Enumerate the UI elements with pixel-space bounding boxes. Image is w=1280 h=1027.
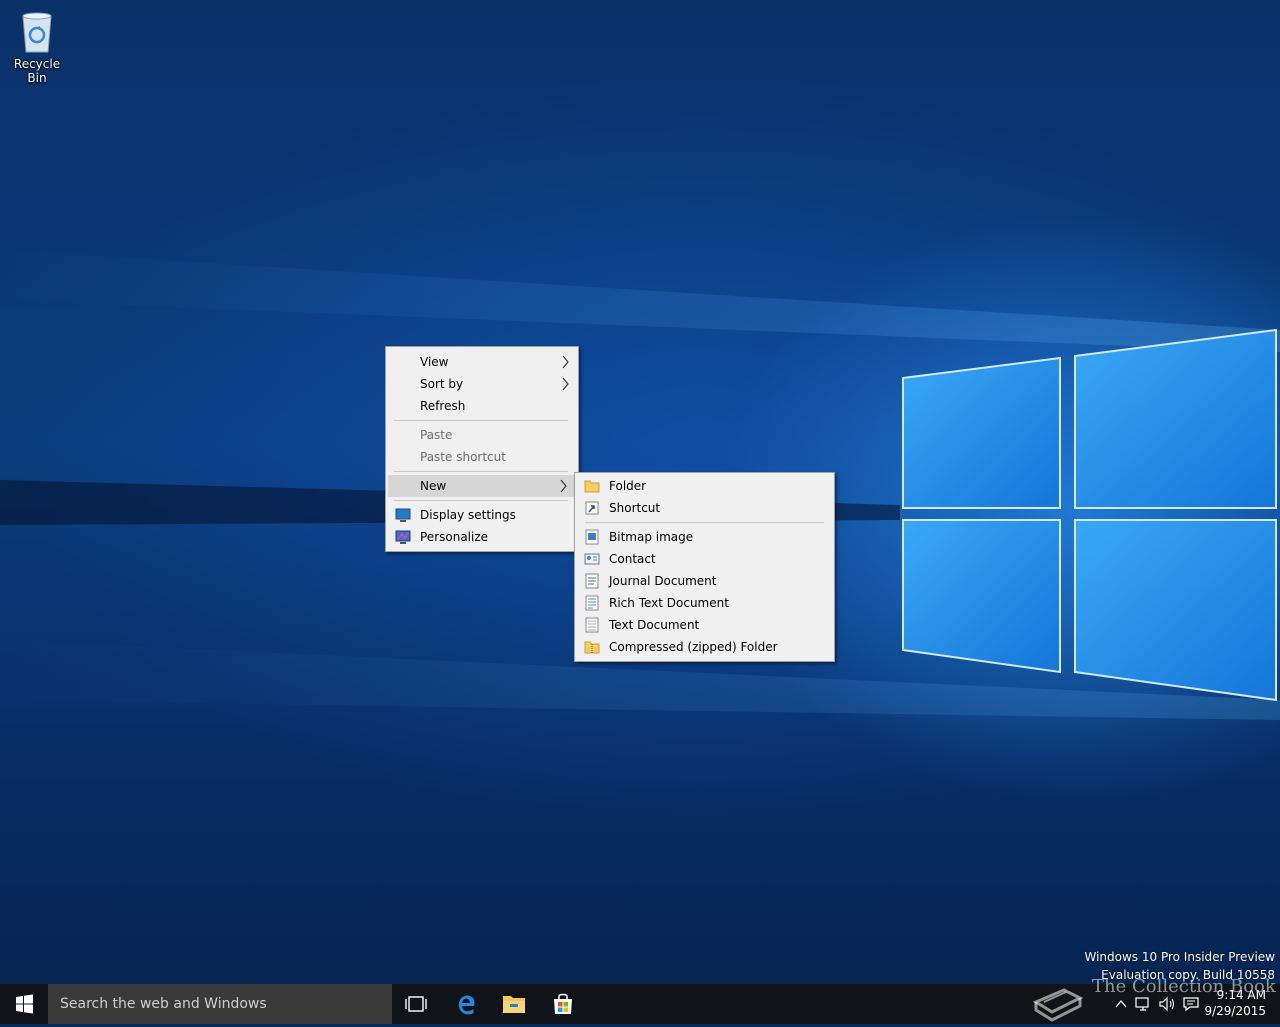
menu-item-label: Folder: [609, 479, 647, 493]
taskbar: Search the web and Windows The Collectio…: [0, 976, 1280, 1024]
start-button[interactable]: [0, 984, 48, 1024]
folder-icon: [584, 480, 600, 493]
submenu-item-contact[interactable]: Contact: [575, 548, 834, 570]
bitmap-image-icon: [585, 529, 599, 545]
menu-item-label: Paste shortcut: [420, 450, 506, 464]
menu-item-label: Contact: [609, 552, 656, 566]
submenu-item-rich-text-document[interactable]: Rich Text Document: [575, 592, 834, 614]
watermark-line-1: Windows 10 Pro Insider Preview: [1084, 950, 1275, 964]
submenu-item-shortcut[interactable]: Shortcut: [575, 497, 834, 519]
menu-separator: [394, 471, 568, 472]
zip-folder-icon: [584, 641, 600, 654]
network-icon[interactable]: [1134, 995, 1152, 1013]
text-document-icon: [585, 617, 599, 633]
menu-item-label: View: [420, 355, 449, 369]
rich-text-document-icon: [585, 595, 599, 611]
menu-separator: [585, 522, 824, 523]
windows-logo-icon: [16, 994, 33, 1014]
menu-item-personalize[interactable]: Personalize: [386, 526, 578, 548]
menu-item-label: Journal Document: [609, 574, 717, 588]
menu-item-display-settings[interactable]: Display settings: [386, 504, 578, 526]
edge-button[interactable]: [442, 984, 490, 1024]
new-submenu: Folder Shortcut Bitmap image Contact Jou…: [574, 472, 835, 662]
action-center-icon[interactable]: [1182, 995, 1200, 1013]
chevron-right-icon: [560, 479, 567, 493]
menu-item-label: Text Document: [609, 618, 700, 632]
search-input[interactable]: Search the web and Windows: [48, 984, 392, 1024]
menu-item-label: Rich Text Document: [609, 596, 729, 610]
menu-item-paste-shortcut: Paste shortcut: [386, 446, 578, 468]
chevron-up-icon[interactable]: [1114, 995, 1128, 1013]
store-icon: [554, 993, 572, 1014]
menu-item-sort-by[interactable]: Sort by: [386, 373, 578, 395]
submenu-item-folder[interactable]: Folder: [575, 475, 834, 497]
taskbar-clock[interactable]: 9:14 AM 9/29/2015: [1204, 987, 1266, 1019]
system-tray: 9:14 AM 9/29/2015: [1000, 984, 1280, 1024]
menu-item-label: Personalize: [420, 530, 489, 544]
clock-time: 9:14 AM: [1216, 988, 1266, 1002]
menu-separator: [394, 420, 568, 421]
menu-item-label: Sort by: [420, 377, 464, 391]
chevron-right-icon: [562, 377, 569, 391]
menu-item-refresh[interactable]: Refresh: [386, 395, 578, 417]
submenu-item-compressed-folder[interactable]: Compressed (zipped) Folder: [575, 636, 834, 658]
desktop-icon-label: Recycle Bin: [13, 57, 61, 85]
file-explorer-button[interactable]: [490, 984, 538, 1024]
shortcut-icon: [585, 501, 599, 515]
recycle-bin-icon: [22, 12, 52, 53]
task-view-button[interactable]: [392, 984, 440, 1024]
store-button[interactable]: [539, 984, 587, 1024]
menu-item-new[interactable]: New: [388, 475, 576, 497]
menu-item-label: Shortcut: [609, 501, 661, 515]
chevron-right-icon: [562, 355, 569, 369]
menu-item-label: Display settings: [420, 508, 516, 522]
menu-item-label: New: [420, 479, 447, 493]
submenu-item-text-document[interactable]: Text Document: [575, 614, 834, 636]
clock-date: 9/29/2015: [1204, 1004, 1266, 1018]
volume-icon[interactable]: [1158, 995, 1176, 1013]
display-settings-icon: [395, 508, 411, 522]
menu-item-label: Bitmap image: [609, 530, 694, 544]
edge-icon: [458, 995, 475, 1015]
task-view-icon: [405, 996, 427, 1012]
file-explorer-icon: [503, 996, 525, 1013]
menu-item-paste: Paste: [386, 424, 578, 446]
menu-separator: [394, 500, 568, 501]
menu-item-label: Compressed (zipped) Folder: [609, 640, 778, 654]
menu-item-label: Refresh: [420, 399, 466, 413]
desktop-context-menu: View Sort by Refresh Paste Paste shortcu…: [385, 346, 579, 552]
contact-icon: [584, 553, 600, 565]
menu-item-view[interactable]: View: [386, 351, 578, 373]
personalize-icon: [395, 530, 411, 544]
submenu-item-journal-document[interactable]: Journal Document: [575, 570, 834, 592]
submenu-item-bitmap-image[interactable]: Bitmap image: [575, 526, 834, 548]
menu-item-label: Paste: [420, 428, 453, 442]
desktop-icon-recycle-bin[interactable]: Recycle Bin: [4, 8, 70, 85]
journal-document-icon: [585, 573, 599, 589]
